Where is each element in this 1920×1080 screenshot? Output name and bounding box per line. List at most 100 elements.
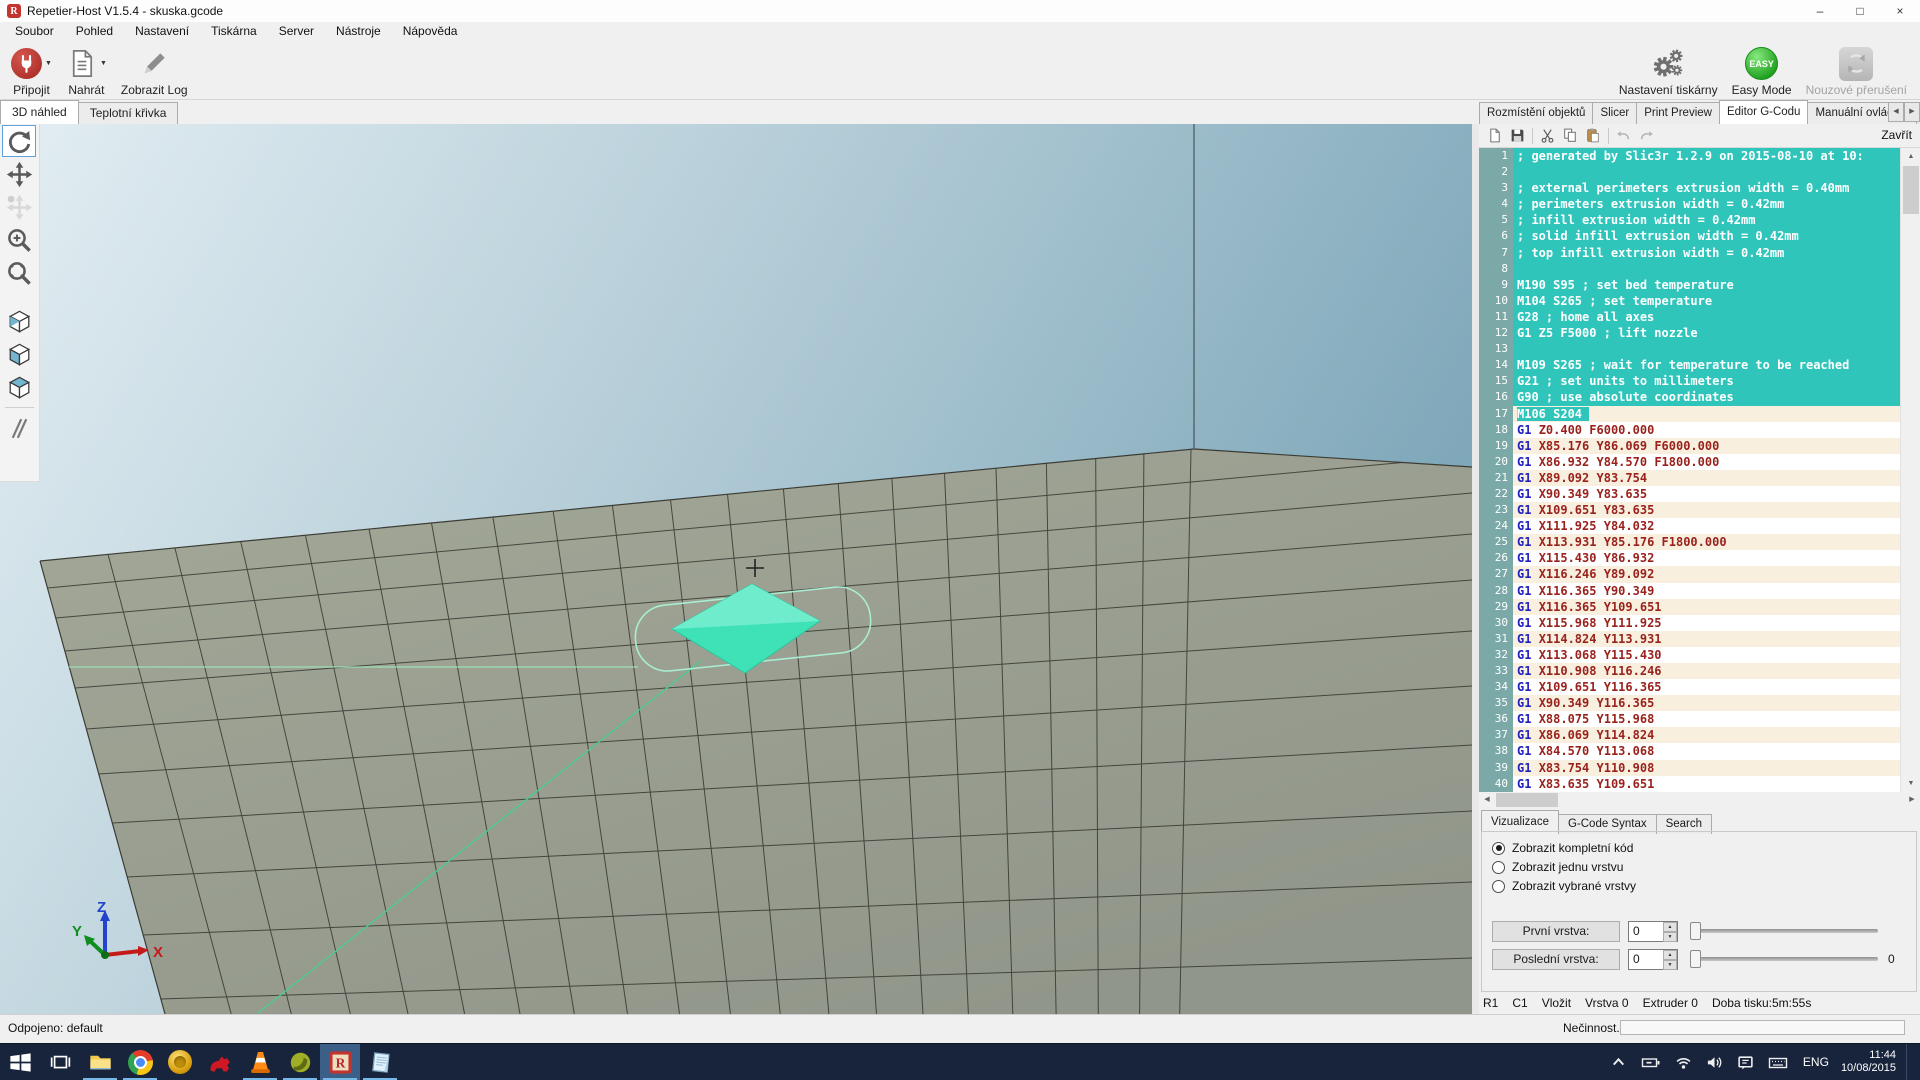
gcode-line: 12G1 Z5 F5000 ; lift nozzle [1479,325,1900,341]
taskbar-windows-start-icon[interactable] [0,1044,40,1080]
dropdown-caret-icon[interactable]: ▼ [45,60,52,67]
dropdown-caret-icon[interactable]: ▼ [100,60,107,67]
spinner-up-icon[interactable]: ▲ [1663,922,1677,932]
redo-icon[interactable] [1635,127,1658,144]
language-indicator[interactable]: ENG [1795,1055,1837,1069]
spinner-down-icon[interactable]: ▼ [1663,960,1677,970]
taskbar-vlc-icon[interactable] [240,1044,280,1080]
taskbar-task-view-icon[interactable] [40,1044,80,1080]
print-bed-scene[interactable]: ZXY [0,124,1472,1014]
menu-item-soubor[interactable]: Soubor [4,22,65,41]
isometric-view-icon[interactable] [2,305,36,337]
action-center-icon[interactable] [1730,1044,1761,1080]
menu-item-nastaven-[interactable]: Nastavení [124,22,200,41]
line-number: 10 [1479,293,1513,309]
menu-item-n-stroje[interactable]: Nástroje [325,22,392,41]
radio-option-1[interactable]: Zobrazit kompletní kód [1492,840,1633,856]
front-view-icon[interactable] [2,338,36,370]
minimize-button[interactable]: – [1800,0,1840,22]
scroll-left-icon[interactable]: ◀ [1479,792,1495,808]
horizontal-scroll-thumb[interactable] [1496,793,1558,807]
status-item: Vložit [1542,996,1571,1010]
taskbar-red-dog-app-icon[interactable] [200,1044,240,1080]
tab-scroll-left-icon[interactable]: ◀ [1888,102,1904,122]
tab-scroll-right-icon[interactable]: ▶ [1904,102,1920,122]
emergency-stop-icon [1839,47,1873,81]
undo-icon[interactable] [1612,127,1635,144]
taskbar-notepad-icon[interactable] [360,1044,400,1080]
close-button[interactable]: × [1880,0,1920,22]
volume-icon[interactable] [1699,1044,1730,1080]
touch-keyboard-icon[interactable] [1761,1044,1795,1080]
menu-item-pohled[interactable]: Pohled [65,22,124,41]
line-number: 11 [1479,309,1513,325]
line-number: 6 [1479,228,1513,244]
fit-view-icon[interactable] [2,257,36,289]
radio-icon[interactable] [1492,880,1505,893]
scroll-right-icon[interactable]: ▶ [1904,792,1920,808]
taskbar-chrome-icon[interactable] [120,1044,160,1080]
menu-item-n-pov-da[interactable]: Nápověda [392,22,469,41]
copy-icon[interactable] [1559,127,1582,144]
save-icon[interactable] [1506,127,1529,144]
gcode-line: 10M104 S265 ; set temperature [1479,293,1900,309]
layer-spinner[interactable]: 0▲▼ [1628,949,1678,970]
zoom-in-icon[interactable] [2,224,36,256]
paste-icon[interactable] [1582,127,1605,144]
right-panel-tabs: Rozmístění objektůSlicerPrint PreviewEdi… [1479,100,1920,124]
show-desktop-button[interactable] [1906,1044,1912,1080]
toolbar-button-easy-mode[interactable]: EASYEasy Mode [1725,43,1799,99]
toolbar-button-zobrazit-log[interactable]: Zobrazit Log [114,43,195,99]
slider-thumb[interactable] [1690,950,1701,968]
taskbar-file-explorer-icon[interactable] [80,1044,120,1080]
layer-button[interactable]: Poslední vrstva: [1492,949,1620,970]
gcode-editor[interactable]: 1; generated by Slic3r 1.2.9 on 2015-08-… [1479,148,1920,792]
editor-vertical-scrollbar[interactable]: ▲ ▼ [1900,148,1920,792]
menu-item-tisk-rna[interactable]: Tiskárna [200,22,268,41]
toolbar-button-nastaven-tisk-rny[interactable]: Nastavení tiskárny [1612,43,1725,99]
layer-button[interactable]: První vrstva: [1492,921,1620,942]
toolbar-button-nahr-t[interactable]: ▼Nahrát [59,43,114,99]
view-tab-teplotn-k-ivka[interactable]: Teplotní křivka [78,102,179,124]
editor-close-button[interactable]: Zavřít [1881,128,1912,142]
radio-icon[interactable] [1492,861,1505,874]
layer-spinner[interactable]: 0▲▼ [1628,921,1678,942]
cut-icon[interactable] [1536,127,1559,144]
taskbar-gold-ring-app-icon[interactable] [160,1044,200,1080]
layer-slider[interactable] [1690,921,1878,941]
wifi-icon[interactable] [1668,1044,1699,1080]
editor-horizontal-scrollbar[interactable]: ◀ ▶ [1479,792,1920,808]
taskbar-green-s-app-icon[interactable] [280,1044,320,1080]
radio-option-2[interactable]: Zobrazit jednu vrstvu [1492,859,1623,875]
layer-slider[interactable] [1690,949,1878,969]
viewport-3d[interactable]: ZXY [0,124,1472,1014]
spinner-up-icon[interactable]: ▲ [1663,950,1677,960]
top-view-icon[interactable] [2,371,36,403]
battery-icon[interactable] [1634,1044,1668,1080]
chevron-up-icon[interactable] [1603,1044,1634,1080]
menu-item-server[interactable]: Server [268,22,325,41]
rotate-icon[interactable] [2,125,36,157]
tab-row: 3D náhledTeplotní křivka Rozmístění obje… [0,100,1920,124]
scroll-down-icon[interactable]: ▼ [1901,775,1920,792]
taskbar-clock[interactable]: 11:44 10/08/2015 [1837,1049,1902,1075]
panel-tab-slicer[interactable]: Slicer [1592,102,1637,124]
pencil-icon [139,48,170,79]
panel-tab-print-preview[interactable]: Print Preview [1636,102,1720,124]
view-tab-3d-n-hled[interactable]: 3D náhled [0,100,79,124]
new-file-icon[interactable] [1483,127,1506,144]
slider-thumb[interactable] [1690,922,1701,940]
move-view-icon[interactable] [2,158,36,190]
radio-icon[interactable] [1492,842,1505,855]
panel-splitter[interactable] [1472,124,1479,1014]
spinner-down-icon[interactable]: ▼ [1663,932,1677,942]
maximize-button[interactable]: □ [1840,0,1880,22]
toolbar-button-p-ipojit[interactable]: ▼Připojit [4,43,59,99]
panel-tab-rozm-st-n-objekt-[interactable]: Rozmístění objektů [1479,102,1593,124]
scroll-up-icon[interactable]: ▲ [1901,148,1920,165]
parallel-projection-icon[interactable] [2,412,36,444]
panel-tab-editor-g-codu[interactable]: Editor G-Codu [1719,100,1809,124]
radio-option-3[interactable]: Zobrazit vybrané vrstvy [1492,878,1636,894]
taskbar-repetier-host-icon[interactable]: R [320,1044,360,1080]
vertical-scroll-thumb[interactable] [1903,166,1919,214]
